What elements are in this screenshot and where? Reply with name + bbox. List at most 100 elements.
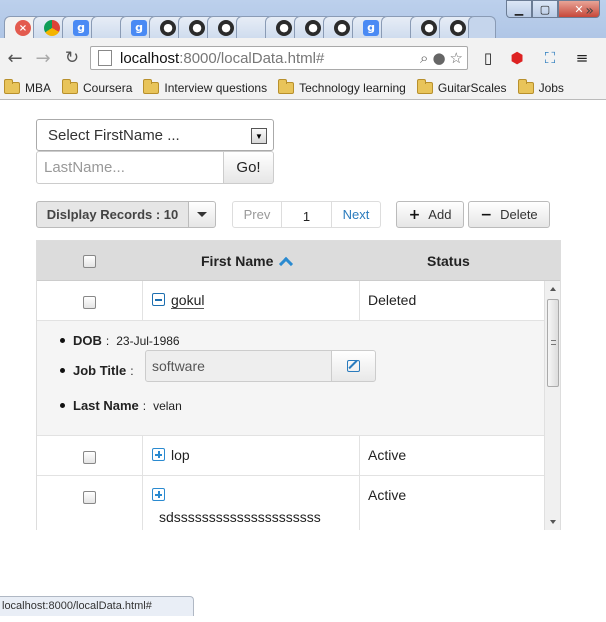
last-name-label: Last Name (73, 398, 139, 413)
job-title-label: Job Title (73, 363, 127, 378)
bookmark-label: Technology learning (299, 80, 406, 95)
forward-icon[interactable]: → (32, 47, 54, 69)
last-name-value: velan (153, 398, 182, 413)
grid-header: First Name Status (37, 241, 560, 281)
maximize-button[interactable]: ▢ (532, 0, 558, 18)
bookmark-folder[interactable]: MBA (4, 78, 52, 95)
first-name-cell: gokul (143, 281, 360, 320)
browser-toolbar: ← → ↻ localhost:8000/localData.html# ⌕ ●… (0, 38, 606, 76)
menu-icon[interactable]: ≡ (572, 48, 592, 68)
first-name-value: sdsssssssssssssssssssss (159, 509, 321, 525)
firstname-select[interactable]: Select FirstName ... ▼ (36, 119, 274, 151)
url-text: localhost:8000/localData.html# (120, 49, 325, 67)
new-tab-icon (474, 20, 490, 36)
add-button[interactable]: + Add (396, 201, 464, 228)
status-header-label: Status (427, 253, 470, 269)
github-icon: ● (450, 19, 466, 36)
table-row: lop Active (37, 436, 544, 476)
back-icon[interactable]: ← (4, 47, 26, 69)
browser-chrome: × g g ● ● ● ● ● ● g ● ● ▁ ▢ ✕ ← → ↻ localhost:8000/… (0, 0, 606, 100)
data-grid: First Name Status gokul Deleted DOB:23-J… (36, 240, 561, 530)
row-checkbox[interactable] (83, 491, 96, 504)
bookmark-folder[interactable]: Jobs (517, 78, 564, 95)
bookmark-folder[interactable]: GuitarScales (416, 78, 507, 95)
first-name-cell: lop (143, 436, 360, 475)
row-select-cell (37, 476, 143, 530)
github-icon: ● (305, 19, 321, 36)
first-name-header-label: First Name (201, 253, 274, 269)
row-select-cell (37, 281, 143, 320)
table-row: gokul Deleted (37, 281, 544, 321)
column-header-first-name[interactable]: First Name (201, 241, 294, 281)
delete-button[interactable]: − Delete (468, 201, 550, 228)
lastname-placeholder: LastName... (44, 159, 125, 176)
bulb-icon[interactable]: ● (432, 49, 445, 67)
github-icon: ● (334, 19, 350, 36)
bookmark-star-icon[interactable]: ☆ (450, 49, 463, 67)
prev-button[interactable]: Prev (232, 201, 282, 228)
table-row: sdsssssssssssssssssssss Active (37, 476, 544, 530)
bookmarks-more-icon[interactable]: » (585, 3, 594, 19)
blank-tab-icon (247, 20, 263, 36)
folder-icon (416, 78, 433, 94)
first-name-value: gokul (171, 292, 205, 309)
bookmarks-bar: MBA Coursera Interview questions Technology… (0, 76, 606, 100)
bookmark-label: Jobs (538, 80, 564, 95)
lastname-input[interactable]: LastName... (36, 151, 224, 184)
job-title-input[interactable]: software (145, 350, 332, 382)
next-button[interactable]: Next (332, 201, 381, 228)
status-bar-url: localhost:8000/localData.html# (0, 596, 194, 616)
records-dropdown-toggle[interactable] (188, 201, 216, 228)
folder-icon (62, 78, 79, 94)
new-tab-button[interactable] (468, 16, 496, 38)
folder-icon (4, 78, 20, 94)
bookmark-folder[interactable]: Technology learning (278, 78, 406, 95)
plus-icon: + (408, 206, 421, 223)
bookmark-folder[interactable]: Coursera (62, 78, 132, 95)
address-bar[interactable]: localhost:8000/localData.html# ⌕ ● ☆ (90, 46, 468, 70)
github-icon: ● (189, 19, 205, 36)
detail-dob: DOB:23-Jul-1986 (60, 333, 180, 348)
scroll-down-icon[interactable] (550, 520, 556, 524)
select-arrow-icon[interactable]: ▼ (251, 128, 267, 144)
github-icon: ● (218, 19, 234, 36)
minimize-button[interactable]: ▁ (506, 0, 532, 18)
job-title-separator: : (130, 363, 134, 378)
dob-separator: : (105, 333, 110, 348)
grid-scrollbar[interactable] (544, 281, 560, 530)
reload-icon[interactable]: ↻ (61, 47, 83, 69)
scroll-thumb[interactable] (547, 299, 559, 387)
row-checkbox[interactable] (83, 296, 96, 309)
zoom-icon[interactable]: ⌕ (420, 49, 428, 67)
collapse-row-icon[interactable] (152, 293, 165, 306)
column-header-status[interactable]: Status (427, 241, 470, 281)
expand-row-icon[interactable] (152, 488, 165, 501)
add-label: Add (428, 207, 452, 222)
page-number-input[interactable]: 1 (282, 201, 332, 228)
bookmark-label: MBA (25, 80, 52, 95)
close-icon: × (15, 20, 31, 36)
google-icon: g (73, 19, 89, 36)
expand-row-icon[interactable] (152, 448, 165, 461)
first-name-cell: sdsssssssssssssssssssss (143, 476, 360, 530)
mobile-icon[interactable]: ▯ (478, 48, 498, 68)
select-all-cell (83, 241, 97, 281)
adblock-icon[interactable]: ⬢ (507, 48, 527, 68)
bookmark-folder[interactable]: Interview questions (143, 78, 267, 95)
bookmark-label: GuitarScales (437, 80, 507, 95)
edit-job-title-button[interactable] (331, 350, 376, 382)
select-all-checkbox[interactable] (83, 254, 96, 268)
scroll-up-icon[interactable] (550, 287, 556, 291)
page-icon (98, 50, 112, 66)
display-records-button[interactable]: Dislplay Records : 10 (36, 201, 189, 228)
go-button[interactable]: Go! (223, 151, 274, 184)
google-icon: g (363, 19, 379, 36)
page-content: Select FirstName ... ▼ LastName... Go! D… (0, 101, 606, 596)
row-checkbox[interactable] (83, 451, 96, 464)
blank-tab-icon (392, 20, 408, 36)
caret-down-icon (197, 212, 207, 217)
firstname-select-value: Select FirstName ... (48, 126, 180, 144)
fullscreen-icon[interactable]: ⛶ (540, 48, 560, 68)
edit-icon (347, 360, 360, 372)
status-cell: Active (368, 447, 407, 463)
